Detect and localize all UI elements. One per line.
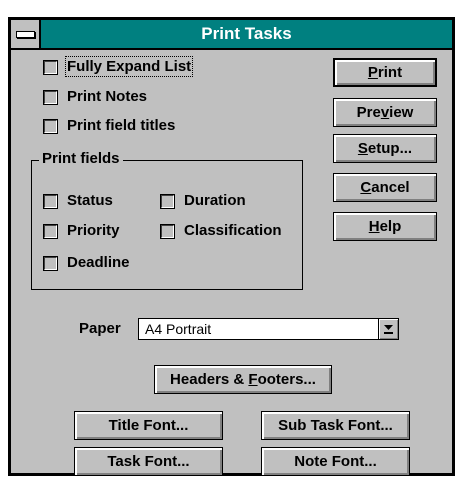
system-menu-icon[interactable] — [11, 20, 41, 48]
print-notes-label[interactable]: Print Notes — [67, 88, 147, 105]
fully-expand-list-checkbox[interactable] — [43, 60, 58, 75]
title-font-button[interactable]: Title Font... — [74, 411, 223, 440]
title-bar[interactable]: Print Tasks — [11, 20, 452, 50]
priority-label[interactable]: Priority — [67, 222, 120, 239]
task-font-button[interactable]: Task Font... — [74, 447, 223, 476]
setup-button[interactable]: Setup... — [333, 134, 437, 163]
deadline-checkbox[interactable] — [43, 256, 58, 271]
dropdown-arrow-icon[interactable] — [378, 319, 398, 339]
priority-checkbox[interactable] — [43, 224, 58, 239]
duration-checkbox[interactable] — [160, 194, 175, 209]
cancel-button[interactable]: Cancel — [333, 173, 437, 202]
print-tasks-dialog: Print Tasks Fully Expand List Print Note… — [8, 17, 455, 476]
sub-task-font-button[interactable]: Sub Task Font... — [261, 411, 410, 440]
note-font-button[interactable]: Note Font... — [261, 447, 410, 476]
print-field-titles-label[interactable]: Print field titles — [67, 117, 175, 134]
preview-button[interactable]: Preview — [333, 98, 437, 127]
print-field-titles-checkbox[interactable] — [43, 119, 58, 134]
window-title: Print Tasks — [201, 24, 292, 43]
classification-label[interactable]: Classification — [184, 222, 282, 239]
classification-checkbox[interactable] — [160, 224, 175, 239]
fully-expand-list-label[interactable]: Fully Expand List — [64, 56, 194, 77]
print-button[interactable]: Print — [333, 58, 437, 87]
print-fields-legend: Print fields — [39, 150, 123, 167]
status-label[interactable]: Status — [67, 192, 113, 209]
deadline-label[interactable]: Deadline — [67, 254, 130, 271]
paper-label: Paper — [79, 320, 121, 337]
status-checkbox[interactable] — [43, 194, 58, 209]
paper-select-value: A4 Portrait — [145, 321, 212, 337]
paper-select[interactable]: A4 Portrait — [138, 318, 399, 340]
headers-footers-button[interactable]: Headers & Footers... — [154, 365, 332, 394]
duration-label[interactable]: Duration — [184, 192, 246, 209]
print-notes-checkbox[interactable] — [43, 90, 58, 105]
help-button[interactable]: Help — [333, 212, 437, 241]
